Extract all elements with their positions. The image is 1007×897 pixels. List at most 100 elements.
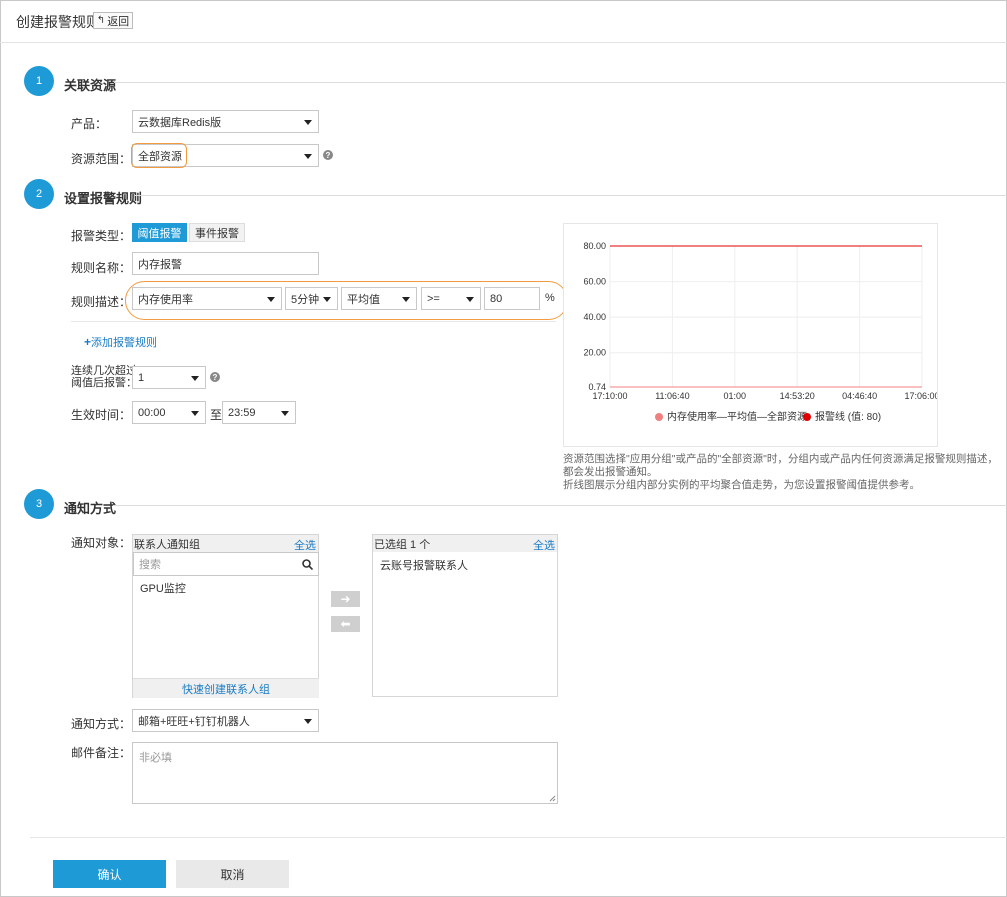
contact-group-title: 联系人通知组 (134, 538, 200, 551)
x-tick-label: 14:53:20 (780, 391, 815, 401)
back-button-label: 返回 (107, 15, 130, 28)
threshold-input[interactable]: 80 (484, 287, 540, 310)
rule-name-input[interactable]: 内存报警 (132, 252, 319, 275)
step-1-circle: 1 (24, 66, 54, 96)
note-line-3: 折线图展示分组内部分实例的平均聚合值走势，为您设置报警阈值提供参考。 (563, 479, 920, 491)
notify-method-value: 邮箱+旺旺+钉钉机器人 (138, 715, 250, 728)
add-rule-link-label: 添加报警规则 (91, 337, 158, 349)
header-divider (0, 42, 1007, 43)
product-select-value: 云数据库Redis版 (138, 116, 222, 129)
x-tick-label: 17:10:00 (592, 391, 627, 401)
y-tick-label: 20.00 (583, 348, 606, 358)
times-label-line1: 连续几次超过 (71, 365, 137, 377)
back-button[interactable]: ↰ 返回 (93, 12, 133, 29)
metric-select-value: 内存使用率 (138, 293, 193, 306)
rule-name-label: 规则名称： (71, 261, 132, 275)
statistic-select[interactable]: 平均值 (341, 287, 417, 310)
product-select[interactable]: 云数据库Redis版 (132, 110, 319, 133)
section-2-divider (135, 195, 1007, 196)
legend-label-1: 报警线 (值: 80) (815, 410, 881, 423)
chevron-down-icon (466, 297, 474, 302)
y-tick-label: 80.00 (583, 241, 606, 251)
rule-divider (71, 321, 556, 322)
y-tick-label: 60.00 (583, 277, 606, 287)
statistic-select-value: 平均值 (347, 293, 380, 306)
quick-create-group-button[interactable]: 快速创建联系人组 (133, 678, 319, 698)
tab-threshold-alarm[interactable]: 阈值报警 (132, 223, 187, 242)
times-label-line2: 阈值后报警： (71, 377, 137, 389)
help-icon[interactable]: ? (210, 372, 220, 382)
product-label: 产品： (71, 117, 108, 131)
move-left-button[interactable]: ⬅ (331, 616, 360, 632)
cancel-button[interactable]: 取消 (176, 860, 289, 888)
tab-event-alarm[interactable]: 事件报警 (189, 223, 245, 242)
move-right-button[interactable]: ➜ (331, 591, 360, 607)
metric-select[interactable]: 内存使用率 (132, 287, 282, 310)
chevron-down-icon (281, 411, 289, 416)
period-select-value: 5分钟 (291, 293, 320, 306)
page-title: 创建报警规则 (16, 14, 100, 30)
y-tick-label: 40.00 (583, 312, 606, 322)
to-label: 至 (210, 408, 223, 422)
operator-select-value: >= (427, 292, 440, 305)
effective-time-label: 生效时间： (71, 408, 132, 422)
times-select-value: 1 (138, 371, 145, 384)
section-2-title: 设置报警规则 (64, 191, 143, 206)
legend-label-0: 内存使用率—平均值—全部资源 (667, 410, 807, 423)
x-tick-label: 11:06:40 (655, 391, 689, 401)
x-tick-label: 01:00 (724, 391, 747, 401)
contact-search-input[interactable]: 搜索 (133, 552, 319, 576)
times-label: 连续几次超过 阈值后报警： (71, 365, 137, 389)
chevron-down-icon (304, 719, 312, 724)
end-time-select[interactable]: 23:59 (222, 401, 296, 424)
period-select[interactable]: 5分钟 (285, 287, 338, 310)
plus-icon: + (84, 335, 92, 349)
selected-group-panel: 已选组 1 个 全选 云账号报警联系人 (372, 534, 558, 697)
chevron-down-icon (191, 376, 199, 381)
step-3-circle: 3 (24, 489, 54, 519)
select-all-right-link[interactable]: 全选 (533, 537, 555, 553)
confirm-button[interactable]: 确认 (53, 860, 166, 888)
legend-marker-0 (655, 413, 663, 421)
search-icon (302, 559, 313, 570)
add-rule-link[interactable]: +添加报警规则 (84, 334, 157, 350)
chevron-down-icon (267, 297, 275, 302)
resize-handle-icon[interactable] (549, 795, 556, 802)
section-1-title: 关联资源 (64, 78, 117, 93)
x-tick-label: 04:46:40 (842, 391, 877, 401)
help-icon[interactable]: ? (323, 150, 333, 160)
alarm-type-label: 报警类型： (71, 229, 132, 243)
chevron-down-icon (323, 297, 331, 302)
end-time-value: 23:59 (228, 406, 256, 419)
legend-marker-1 (803, 413, 811, 421)
selected-group-title: 已选组 1 个 (374, 538, 431, 551)
section-3-divider (113, 505, 1007, 506)
search-placeholder: 搜索 (139, 559, 161, 571)
chevron-down-icon (304, 120, 312, 125)
scope-label: 资源范围： (71, 152, 132, 166)
rule-desc-label: 规则描述： (71, 295, 132, 309)
start-time-select[interactable]: 00:00 (132, 401, 206, 424)
section-3-title: 通知方式 (64, 501, 117, 516)
times-select[interactable]: 1 (132, 366, 206, 389)
notify-method-select[interactable]: 邮箱+旺旺+钉钉机器人 (132, 709, 319, 732)
step-2-circle: 2 (24, 179, 54, 209)
chevron-down-icon (304, 154, 312, 159)
highlight-ring-scope (131, 143, 187, 168)
email-remark-label: 邮件备注： (71, 746, 132, 760)
contact-group-panel: 联系人通知组 全选 搜索 GPU监控 快速创建联系人组 (132, 534, 319, 698)
unit-label: % (545, 292, 555, 304)
footer-divider (30, 837, 1007, 838)
back-arrow-icon: ↰ (96, 15, 106, 26)
arrow-left-icon: ⬅ (340, 617, 351, 631)
list-item[interactable]: 云账号报警联系人 (380, 557, 468, 573)
arrow-right-icon: ➜ (340, 592, 351, 606)
chart-panel: 80.00 60.00 40.00 20.00 0.74 17:10:00 11:06:40… (563, 223, 940, 447)
section-1-divider (114, 82, 1007, 83)
list-item[interactable]: GPU监控 (140, 580, 186, 596)
email-remark-textarea[interactable]: 非必填 (132, 742, 558, 804)
chevron-down-icon (191, 411, 199, 416)
select-all-left-link[interactable]: 全选 (294, 537, 316, 553)
operator-select[interactable]: >= (421, 287, 481, 310)
selected-group-panel-header: 已选组 1 个 全选 (373, 535, 557, 552)
